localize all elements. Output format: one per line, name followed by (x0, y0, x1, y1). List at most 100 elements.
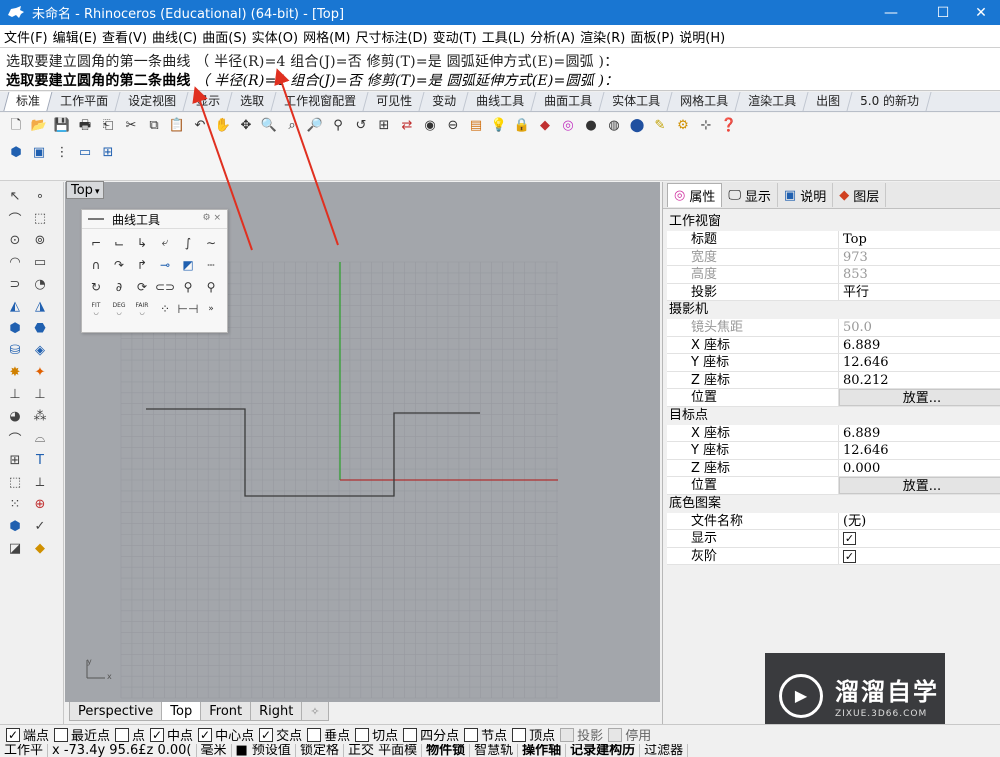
surface-curve-icon[interactable]: ◔ (29, 275, 51, 294)
walking-curve-icon[interactable]: ⚲ (201, 277, 221, 296)
paint-icon[interactable]: ◩ (178, 255, 198, 274)
menu-transform[interactable]: 变动(T) (433, 27, 477, 46)
fair-curve-icon[interactable]: FAIR ◡ (132, 299, 152, 318)
osnap-checkbox[interactable] (560, 727, 575, 742)
undo-icon[interactable]: ↶ (190, 116, 210, 136)
circle-icon[interactable]: ⊙ (4, 231, 26, 250)
osnap-checkbox[interactable] (608, 727, 623, 742)
material-sphere-icon[interactable]: ● (581, 116, 601, 136)
status-pane[interactable]: 记录建构历 (566, 744, 641, 757)
check-mark-icon[interactable]: ✓ (29, 517, 51, 536)
osnap-checkbox[interactable] (355, 727, 370, 742)
camera-z-field[interactable]: 80.212 (839, 372, 1000, 389)
solid-boolean-icon[interactable]: ⬣ (29, 319, 51, 338)
tab-standard[interactable]: 标准 (3, 92, 53, 111)
property-row[interactable]: 显示 ✓ (667, 530, 1000, 548)
tab-right[interactable]: Right (250, 702, 303, 721)
osnap-0[interactable]: ✓ 端点 (6, 725, 49, 744)
vertical-split-icon[interactable]: ⋮ (52, 142, 72, 162)
tab-select[interactable]: 选取 (228, 92, 277, 111)
camera-y-field[interactable]: 12.646 (839, 354, 1000, 371)
status-pane[interactable]: 锁定格 (296, 744, 344, 757)
place-camera-button[interactable]: 放置... (839, 389, 1000, 406)
target-y-field[interactable]: 12.646 (839, 442, 1000, 459)
viewport-icon[interactable]: ▣ (29, 142, 49, 162)
pan-icon[interactable]: ✋ (213, 116, 233, 136)
fillet-corner-icon[interactable]: ↱ (132, 255, 152, 274)
select-arrow-icon[interactable]: ↖ (4, 187, 26, 206)
menu-solid[interactable]: 实体(O) (252, 27, 298, 46)
loop-icon[interactable]: ↻ (86, 277, 106, 296)
curve-fillet-icon[interactable]: ⌓ (29, 429, 51, 448)
zoom-selected-icon[interactable]: ⚲ (328, 116, 348, 136)
command-options[interactable]: （ 半径(R)=4 组合(J)=否 修剪(T)=是 圆弧延伸方式(E)=圆弧 )… (191, 73, 619, 89)
menu-analyze[interactable]: 分析(A) (530, 27, 575, 46)
render-preview-icon[interactable]: ◍ (604, 116, 624, 136)
points-icon[interactable]: ⁘ (155, 299, 175, 318)
layer-cube-icon[interactable]: ⬢ (4, 517, 26, 536)
osnap-checkbox[interactable]: ✓ (6, 727, 20, 742)
extend-icon[interactable]: ∼ (201, 233, 221, 252)
tab-help-panel[interactable]: ▣ 说明 (778, 183, 834, 207)
save-icon[interactable]: 💾 (52, 116, 72, 136)
ellipse-icon[interactable]: ⊚ (29, 231, 51, 250)
target-z-field[interactable]: 0.000 (839, 460, 1000, 477)
layers-icon[interactable]: ▤ (466, 116, 486, 136)
property-row[interactable]: 文件名称 (无) (667, 512, 1000, 530)
viewport-menu-caret-icon[interactable]: ▾ (95, 187, 100, 197)
projection-select[interactable]: 平行 (839, 284, 1000, 301)
osnap-checkbox[interactable] (54, 727, 69, 742)
wallpaper-grayscale-checkbox[interactable]: ✓ (843, 549, 856, 563)
solid-cylinder-icon[interactable]: ⛁ (4, 341, 26, 360)
light-icon[interactable]: 💡 (489, 116, 509, 136)
degree-curve-icon[interactable]: DEG ◡ (109, 299, 129, 318)
tab-set-view[interactable]: 设定视图 (116, 92, 189, 111)
osnap-1[interactable]: 最近点 (54, 725, 110, 744)
camera-x-field[interactable]: 6.889 (839, 337, 1000, 354)
viewport-title[interactable]: Top ▾ (66, 181, 105, 199)
status-pane[interactable]: x -73.4y 95.6£z 0.00( (48, 744, 197, 757)
tab-top[interactable]: Top (161, 702, 202, 721)
transform-icon[interactable]: ✸ (4, 363, 26, 382)
tab-transform[interactable]: 变动 (420, 92, 469, 111)
curve-curve-icon[interactable]: ⌒ (4, 429, 26, 448)
arc-icon[interactable]: ◠ (4, 253, 26, 272)
close-button[interactable]: ✕ (962, 0, 1000, 25)
grid-points-icon[interactable]: ⁙ (4, 495, 26, 514)
property-row[interactable]: Y 座标 12.646 (667, 442, 1000, 460)
osnap-9[interactable]: 节点 (464, 725, 507, 744)
light-source-icon[interactable]: ✦ (29, 363, 51, 382)
osnap-checkbox[interactable] (403, 727, 418, 742)
pen-icon[interactable]: ✎ (650, 116, 670, 136)
property-row[interactable]: X 座标 6.889 (667, 424, 1000, 442)
zoom-dynamic-icon[interactable]: 🔎 (305, 116, 325, 136)
tab-display-panel[interactable]: 🖵 显示 (722, 183, 778, 207)
lock-icon[interactable]: 🔒 (512, 116, 532, 136)
status-pane[interactable]: 工作平 (0, 744, 49, 757)
chamfer-icon[interactable]: ⌙ (109, 233, 129, 252)
property-row[interactable]: X 座标 6.889 (667, 336, 1000, 354)
menu-surface[interactable]: 曲面(S) (202, 27, 246, 46)
rotate-view-icon[interactable]: ✥ (236, 116, 256, 136)
osnap-icon[interactable]: ⊖ (443, 116, 463, 136)
tab-cplane[interactable]: 工作平面 (48, 92, 121, 111)
cut-curve-icon[interactable]: ⊂⊃ (155, 277, 175, 296)
menu-render[interactable]: 渲染(R) (580, 27, 625, 46)
print-icon[interactable]: 🖶 (75, 116, 95, 136)
blend-icon[interactable]: ↳ (132, 233, 152, 252)
tab-render-tools[interactable]: 渲染工具 (736, 92, 809, 111)
wallpaper-show-checkbox[interactable]: ✓ (843, 532, 856, 545)
rebuild-icon[interactable]: ∫ (178, 233, 198, 252)
tab-surface-tools[interactable]: 曲面工具 (532, 92, 605, 111)
osnap-tools-icon[interactable]: ⊹ (696, 116, 716, 136)
grid-snap-icon[interactable]: ⇄ (397, 116, 417, 136)
target-x-field[interactable]: 6.889 (839, 425, 1000, 442)
four-viewports-icon[interactable]: ⊞ (374, 116, 394, 136)
gumball-icon[interactable]: ⊕ (29, 495, 51, 514)
status-pane[interactable]: 过滤器 (640, 744, 689, 757)
open-file-icon[interactable]: 📂 (29, 116, 49, 136)
osnap-3[interactable]: ✓ 中点 (150, 725, 193, 744)
page-setup-icon[interactable]: ⎗ (98, 116, 118, 136)
menu-tools[interactable]: 工具(L) (482, 27, 525, 46)
material-icon[interactable]: ◆ (29, 539, 51, 558)
